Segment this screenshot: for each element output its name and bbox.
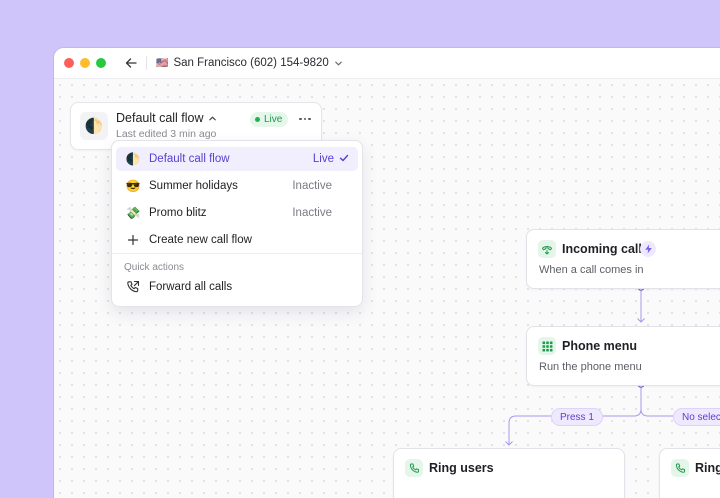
call-flow-dropdown: 🌓 Default call flow Live 😎 Summer holida… [111, 140, 363, 307]
back-button[interactable] [122, 54, 140, 72]
node-ring-users[interactable]: Ring users [393, 448, 625, 498]
phone-icon [409, 463, 419, 473]
dropdown-item-status: Inactive [292, 207, 332, 219]
lightning-icon [644, 244, 652, 254]
ellipsis-icon [299, 117, 302, 121]
close-window-button[interactable] [64, 58, 74, 68]
incoming-call-icon [542, 246, 552, 255]
keypad-icon [542, 341, 552, 351]
dropdown-divider [112, 253, 362, 254]
app-window: 🇺🇸 San Francisco (602) 154-9820 🌓 Defaul… [54, 48, 720, 498]
flow-canvas[interactable]: 🌓 Default call flow Last edited 3 min ag… [54, 79, 720, 498]
node-subtitle: Run the phone menu [539, 361, 642, 373]
chevron-up-icon [208, 116, 216, 120]
dropdown-item-label: Promo blitz [149, 207, 207, 219]
dropdown-item-label: Summer holidays [149, 180, 238, 192]
us-flag-icon: 🇺🇸 [156, 57, 169, 69]
forward-all-calls-label: Forward all calls [149, 281, 233, 293]
node-title: Phone menu [562, 339, 638, 353]
phone-icon [675, 463, 685, 473]
node-title: Ring users [429, 461, 494, 475]
sunglasses-emoji-icon: 😎 [125, 179, 141, 193]
node-ring-partial[interactable]: Ring [659, 448, 720, 498]
minimize-window-button[interactable] [80, 58, 90, 68]
status-badge-label: Live [264, 114, 283, 125]
arrow-left-icon [125, 58, 137, 68]
moon-icon: 🌓 [125, 152, 141, 166]
plus-icon [127, 234, 139, 246]
flow-title-toggle[interactable]: Default call flow [116, 111, 217, 125]
moon-icon: 🌓 [84, 118, 104, 135]
money-wings-emoji-icon: 💸 [125, 206, 141, 220]
checkmark-icon [339, 154, 349, 162]
dropdown-item-status: Inactive [292, 180, 332, 192]
node-phone-menu[interactable]: Phone menu Run the phone menu [526, 326, 720, 386]
flow-title: Default call flow [116, 111, 204, 125]
phone-forward-icon [127, 280, 140, 293]
title-bar: 🇺🇸 San Francisco (602) 154-9820 [54, 48, 720, 79]
last-edited-text: Last edited 3 min ago [116, 128, 217, 140]
forward-all-calls-button[interactable]: Forward all calls [116, 275, 358, 299]
dropdown-item-default-call-flow[interactable]: 🌓 Default call flow Live [116, 147, 358, 171]
node-incoming-call[interactable]: Incoming call When a call comes in [526, 229, 720, 289]
dropdown-item-promo-blitz[interactable]: 💸 Promo blitz Inactive [116, 201, 358, 225]
create-new-call-flow-label: Create new call flow [149, 234, 252, 246]
maximize-window-button[interactable] [96, 58, 106, 68]
dropdown-item-summer-holidays[interactable]: 😎 Summer holidays Inactive [116, 174, 358, 198]
flow-emoji: 🌓 [80, 112, 108, 140]
dropdown-item-label: Default call flow [149, 153, 230, 165]
toolbar-divider [146, 56, 147, 70]
create-new-call-flow-button[interactable]: Create new call flow [116, 228, 358, 252]
node-subtitle: When a call comes in [539, 264, 644, 276]
phone-line-label: San Francisco (602) 154-9820 [173, 57, 329, 69]
branch-press-1[interactable]: Press 1 [551, 408, 603, 426]
node-title: Incoming call [562, 242, 642, 256]
quick-actions-heading: Quick actions [124, 262, 185, 273]
more-options-button[interactable] [297, 112, 313, 126]
node-title: Ring [695, 461, 720, 475]
status-badge: Live [250, 112, 289, 127]
dropdown-item-status: Live [312, 153, 334, 165]
branch-no-selection[interactable]: No selection [673, 408, 720, 426]
chevron-down-icon [335, 61, 342, 65]
live-dot-icon [255, 117, 260, 122]
phone-line-selector[interactable]: 🇺🇸 San Francisco (602) 154-9820 [156, 54, 343, 72]
